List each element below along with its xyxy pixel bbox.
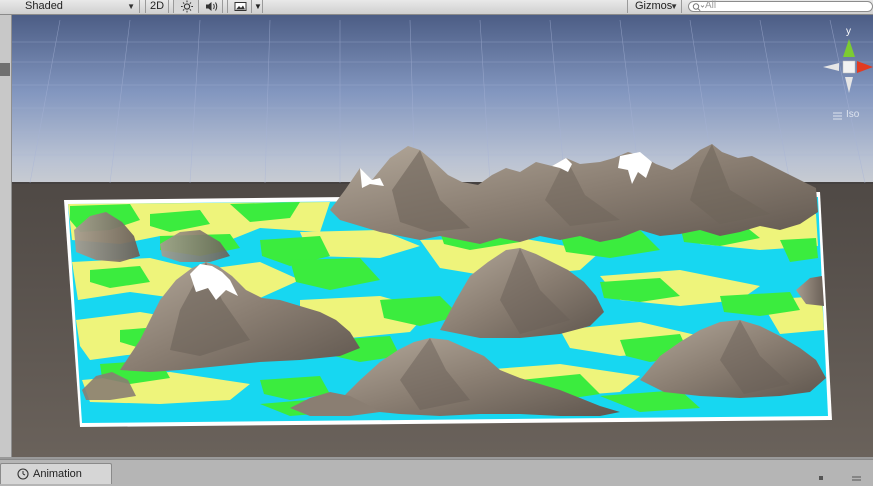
projection-label: Iso bbox=[846, 109, 860, 120]
clock-icon bbox=[17, 468, 29, 480]
audio-toggle-button[interactable] bbox=[199, 0, 223, 13]
scrollbar-handle[interactable] bbox=[0, 63, 10, 76]
draw-mode-dropdown[interactable]: Shaded ▼ bbox=[0, 0, 140, 13]
options-icon bbox=[819, 476, 823, 480]
tab-animation[interactable]: Animation bbox=[0, 463, 112, 484]
menu-icon bbox=[852, 476, 861, 481]
terrain-scene bbox=[12, 15, 873, 457]
2d-toggle-button[interactable]: 2D bbox=[145, 0, 169, 13]
image-icon bbox=[234, 2, 247, 11]
lighting-toggle-button[interactable] bbox=[173, 0, 199, 13]
axis-gizmo-icon bbox=[823, 39, 873, 93]
gizmos-label: Gizmos bbox=[635, 0, 673, 12]
2d-label: 2D bbox=[149, 0, 165, 12]
sun-icon bbox=[181, 0, 193, 13]
search-icon bbox=[692, 3, 705, 12]
chevron-down-icon: ▼ bbox=[670, 2, 678, 11]
panel-menu-button[interactable] bbox=[851, 474, 863, 482]
projection-toggle[interactable]: Iso bbox=[833, 109, 873, 123]
panel-options-button[interactable] bbox=[818, 474, 830, 482]
speaker-icon bbox=[206, 2, 218, 11]
bottom-dock: Animation bbox=[0, 459, 873, 486]
draw-mode-label: Shaded bbox=[25, 0, 63, 12]
scene-viewport[interactable]: y Iso bbox=[12, 15, 873, 457]
chevron-down-icon: ▼ bbox=[127, 2, 135, 11]
chevron-down-icon: ▼ bbox=[254, 2, 262, 11]
search-placeholder: All bbox=[705, 0, 717, 11]
scene-toolbar: Shaded ▼ 2D ▼ Gizmos ▼ All bbox=[0, 0, 873, 15]
effects-dropdown-button[interactable]: ▼ bbox=[252, 0, 263, 13]
menu-icon bbox=[833, 112, 842, 120]
scene-orientation-gizmo[interactable]: y Iso bbox=[821, 26, 873, 135]
effects-toggle-button[interactable] bbox=[227, 0, 252, 13]
gizmos-dropdown[interactable]: Gizmos ▼ bbox=[627, 0, 682, 13]
left-panel-edge[interactable] bbox=[0, 15, 12, 457]
search-field[interactable]: All bbox=[688, 0, 873, 12]
tab-animation-label: Animation bbox=[33, 468, 82, 480]
